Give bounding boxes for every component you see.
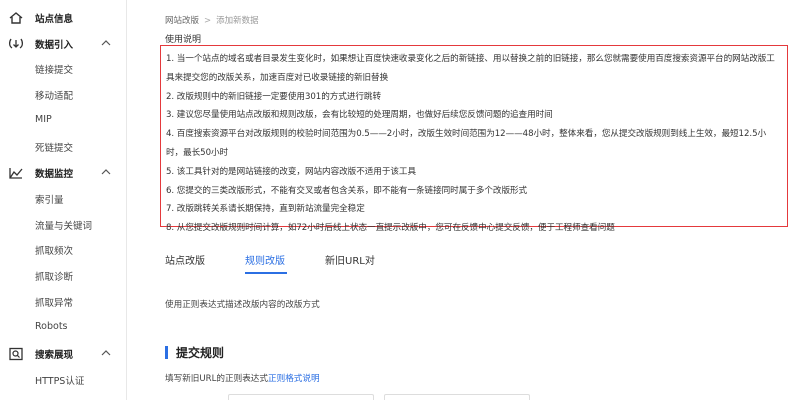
new-url-input[interactable] xyxy=(384,394,530,400)
tab-site-revision[interactable]: 站点改版 xyxy=(165,252,205,267)
sidebar-item-https[interactable]: HTTPS认证 xyxy=(35,373,84,387)
sidebar-section-site-info[interactable]: 站点信息 xyxy=(0,7,126,29)
sidebar-section-data-monitor[interactable]: 数据监控 xyxy=(0,162,126,184)
sidebar-item-mobile-adapt[interactable]: 移动适配 xyxy=(35,88,73,102)
usage-item: 3. 建议您尽量使用站点改版和规则改版，会有比较短的处理周期，也做好后续您反馈问… xyxy=(166,110,553,121)
section-title: 提交规则 xyxy=(165,344,224,361)
sidebar-item-robots[interactable]: Robots xyxy=(35,321,68,332)
monitor-icon xyxy=(9,168,23,179)
chevron-up-icon[interactable] xyxy=(100,37,112,49)
breadcrumb-separator: > xyxy=(204,16,212,26)
sidebar: 站点信息 数据引入 链接提交 移动适配 MIP 死链提交 数据监控 索引量 流量… xyxy=(0,0,127,400)
sidebar-item-crawl-frequency[interactable]: 抓取频次 xyxy=(35,243,73,257)
tab-description: 使用正则表达式描述改版内容的改版方式 xyxy=(165,300,320,310)
chevron-up-icon[interactable] xyxy=(100,347,112,359)
sidebar-section-label: 搜索展现 xyxy=(35,350,74,361)
regex-format-link[interactable]: 正则格式说明 xyxy=(268,374,320,384)
sidebar-section-label: 数据引入 xyxy=(35,40,74,51)
usage-item: 8. 从您提交改版规则时间计算，如72小时后线上状态一直提示改版中，您可在反馈中… xyxy=(166,223,615,234)
usage-item: 2. 改版规则中的新旧链接一定要使用301的方式进行跳转 xyxy=(166,91,381,102)
breadcrumb-parent[interactable]: 网站改版 xyxy=(165,16,199,26)
search-display-icon xyxy=(9,347,23,361)
sidebar-item-crawl-error[interactable]: 抓取异常 xyxy=(35,295,73,309)
old-url-input[interactable] xyxy=(228,394,374,400)
breadcrumb-current: 添加新数据 xyxy=(216,16,259,26)
sidebar-section-label: 站点信息 xyxy=(35,14,74,25)
sidebar-item-crawl-diagnosis[interactable]: 抓取诊断 xyxy=(35,269,73,283)
regex-hint-text: 填写新旧URL的正则表达式 xyxy=(165,374,268,384)
usage-item: 4. 百度搜索资源平台对改版规则的校验时间范围为0.5——2小时，改版生效时间范… xyxy=(166,129,767,158)
revision-tabs: 站点改版 规则改版 新旧URL对 xyxy=(165,252,785,276)
usage-item: 5. 该工具针对的是网站链接的改变，网站内容改版不适用于该工具 xyxy=(166,166,417,177)
sidebar-section-label: 数据监控 xyxy=(35,169,74,180)
data-import-icon xyxy=(8,38,24,49)
sidebar-item-mip[interactable]: MIP xyxy=(35,114,52,125)
sidebar-item-link-submit[interactable]: 链接提交 xyxy=(35,62,73,76)
regex-hint: 填写新旧URL的正则表达式正则格式说明 xyxy=(165,372,320,384)
main-content: 网站改版 > 添加新数据 使用说明 1. 当一个站点的域名或者目录发生变化时，如果想… xyxy=(128,0,799,400)
usage-item: 1. 当一个站点的域名或者目录发生变化时，如果想让百度快速收录变化之后的新链接、… xyxy=(166,54,775,83)
sidebar-section-search-display[interactable]: 搜索展现 xyxy=(0,343,126,365)
breadcrumb: 网站改版 > 添加新数据 xyxy=(165,14,259,26)
usage-title: 使用说明 xyxy=(165,35,202,45)
sidebar-item-index[interactable]: 索引量 xyxy=(35,192,64,206)
usage-item: 6. 您提交的三类改版形式，不能有交叉或者包含关系，即不能有一条链接同时属于多个… xyxy=(166,185,528,196)
usage-notice: 1. 当一个站点的域名或者目录发生变化时，如果想让百度快速收录变化之后的新链接、… xyxy=(160,45,788,233)
tab-old-new-url-pairs[interactable]: 新旧URL对 xyxy=(325,252,375,267)
chevron-up-icon[interactable] xyxy=(100,166,112,178)
sidebar-item-traffic-keywords[interactable]: 流量与关键词 xyxy=(35,218,92,232)
home-icon xyxy=(9,12,23,24)
section-title-bar xyxy=(165,346,168,359)
sidebar-item-dead-link[interactable]: 死链提交 xyxy=(35,140,73,154)
usage-item: 7. 改版跳转关系请长期保持，直到新站流量完全稳定 xyxy=(166,204,365,215)
active-tab-indicator xyxy=(245,272,287,274)
tab-rule-revision[interactable]: 规则改版 xyxy=(245,252,285,267)
section-title-text: 提交规则 xyxy=(176,346,225,360)
sidebar-section-data-import[interactable]: 数据引入 xyxy=(0,33,126,55)
